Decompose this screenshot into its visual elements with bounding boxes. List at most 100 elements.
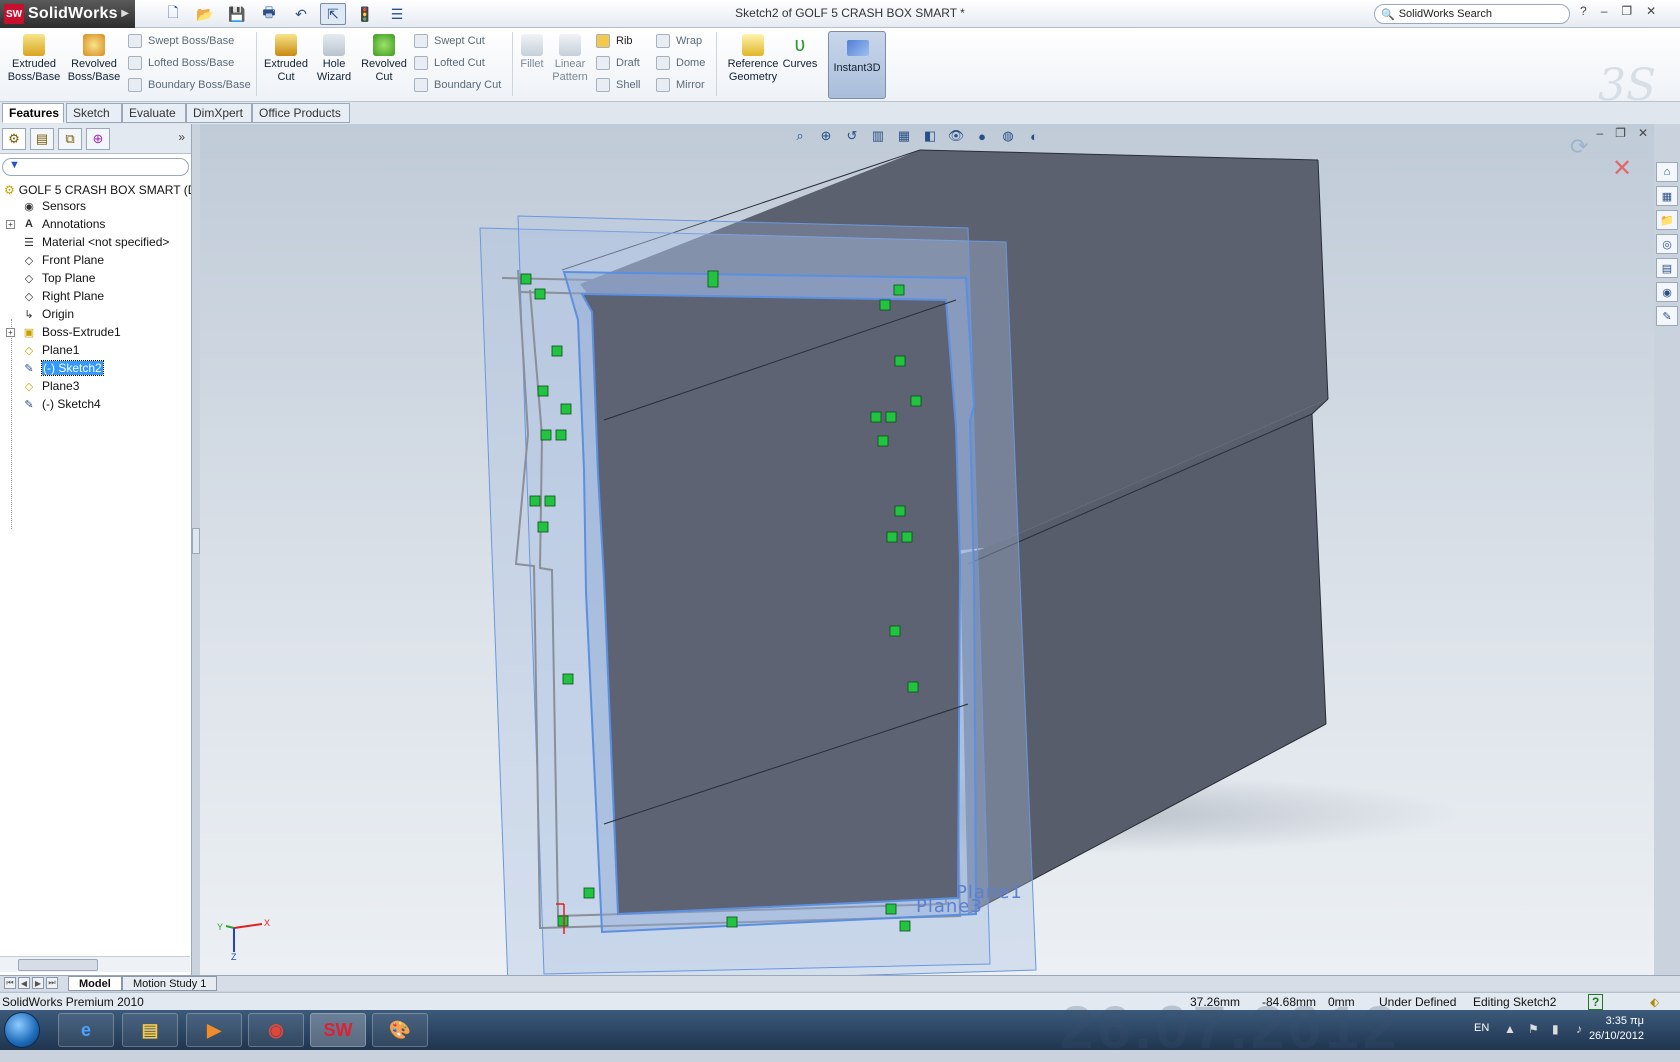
quick-tips-icon[interactable]: ? (1588, 994, 1604, 1010)
vertical-relation-icon[interactable] (889, 625, 901, 637)
design-library-icon[interactable]: ▦ (1656, 186, 1678, 206)
tree-item-material[interactable]: ☰ Material <not specified> (0, 233, 191, 251)
configuration-manager-tab-icon[interactable]: ⧉ (58, 127, 82, 150)
coincident-relation-icon[interactable] (544, 495, 556, 507)
mirror-button[interactable]: Mirror (656, 78, 705, 92)
graphics-area[interactable]: ⌕ ⊕ ↺ ▥ ▦ ◧ 👁 ● ◍ ◐ – ❐ ✕ Plane1 Plane3 … (200, 124, 1654, 975)
coincident-relation-icon[interactable] (901, 531, 913, 543)
coincident-relation-icon[interactable] (534, 288, 546, 300)
new-document-icon[interactable]: 🗋 (160, 3, 186, 25)
horizontal-relation-icon[interactable] (537, 521, 549, 533)
solidworks-resources-icon[interactable]: ⌂ (1656, 162, 1678, 182)
tree-item-sketch4[interactable]: ✎ (-) Sketch4 (0, 395, 191, 413)
tab-model[interactable]: Model (68, 976, 122, 991)
rib-button[interactable]: Rib (596, 34, 633, 48)
tab-office-products[interactable]: Office Products (252, 103, 350, 123)
scrollbar-thumb[interactable] (18, 959, 98, 971)
vertical-relation-icon[interactable] (551, 345, 563, 357)
coincident-relation-icon[interactable] (899, 920, 911, 932)
solidworks-menu-button[interactable]: SW SolidWorks ▶ (0, 0, 135, 28)
vertical-relation-icon[interactable] (910, 395, 922, 407)
show-hidden-icons-icon[interactable]: ▲ (1504, 1022, 1516, 1036)
swept-boss-button[interactable]: Swept Boss/Base (128, 34, 234, 48)
tag-icon[interactable]: ⬖ (1650, 995, 1659, 1009)
tab-evaluate[interactable]: Evaluate (122, 103, 186, 123)
dimxpert-manager-tab-icon[interactable]: ⊕ (86, 127, 110, 150)
search-input[interactable]: 🔍 SolidWorks Search (1374, 4, 1570, 24)
tree-root-part[interactable]: ⚙ GOLF 5 CRASH BOX SMART (De (0, 180, 191, 197)
property-manager-tab-icon[interactable]: ▤ (30, 127, 54, 150)
tree-item-sketch2[interactable]: ✎ (-) Sketch2 (0, 359, 191, 377)
tree-filter-input[interactable]: ▼ (2, 158, 189, 176)
file-explorer-icon[interactable]: 📁 (1656, 210, 1678, 230)
view-palette-icon[interactable]: ▤ (1656, 258, 1678, 278)
tree-item-right-plane[interactable]: ◇ Right Plane (0, 287, 191, 305)
panel-splitter-handle[interactable] (192, 528, 200, 554)
file-explorer-icon[interactable]: ▤ (122, 1013, 178, 1047)
shell-button[interactable]: Shell (596, 78, 640, 92)
rebuild-icon[interactable]: 🚦 (352, 3, 378, 25)
expand-icon[interactable]: + (6, 327, 15, 337)
horizontal-relation-icon[interactable] (560, 403, 572, 415)
paint-icon[interactable]: 🎨 (372, 1013, 428, 1047)
dome-button[interactable]: Dome (656, 56, 705, 70)
volume-icon[interactable]: ♪ (1576, 1022, 1582, 1036)
coincident-relation-icon[interactable] (879, 299, 891, 311)
tree-item-annotations[interactable]: + A Annotations (0, 215, 191, 233)
exit-sketch-icon[interactable]: ✕ (1612, 154, 1632, 183)
prev-tab-icon[interactable]: ◀ (18, 977, 30, 989)
feature-manager-tab-icon[interactable]: ⚙ (2, 127, 26, 150)
coincident-relation-icon[interactable] (886, 531, 898, 543)
coincident-relation-icon[interactable] (885, 411, 897, 423)
coincident-relation-icon[interactable] (555, 429, 567, 441)
horizontal-relation-icon[interactable] (877, 435, 889, 447)
solidworks-taskbar-icon[interactable]: SW (310, 1013, 366, 1047)
revolved-cut-button[interactable]: Revolved Cut (356, 34, 412, 84)
coincident-relation-icon[interactable] (557, 915, 569, 927)
vertical-relation-icon[interactable] (537, 385, 549, 397)
help-icon[interactable]: ? (1580, 4, 1587, 18)
tree-item-origin[interactable]: ↳ Origin (0, 305, 191, 323)
search-results-icon[interactable]: ◎ (1656, 234, 1678, 254)
chrome-icon[interactable]: ◉ (248, 1013, 304, 1047)
tree-item-boss-extrude1[interactable]: + ▣ Boss-Extrude1 (0, 323, 191, 341)
restore-icon[interactable]: ❐ (1621, 4, 1632, 18)
first-tab-icon[interactable]: ⏮ (4, 977, 16, 989)
close-icon[interactable]: ✕ (1646, 4, 1656, 18)
tree-item-front-plane[interactable]: ◇ Front Plane (0, 251, 191, 269)
linear-pattern-button[interactable]: Linear Pattern (542, 34, 598, 84)
custom-properties-icon[interactable]: ✎ (1656, 306, 1678, 326)
vertical-relation-icon[interactable] (907, 681, 919, 693)
options-icon[interactable]: ☰ (384, 3, 410, 25)
minimize-icon[interactable]: – (1601, 4, 1608, 18)
tree-item-plane3[interactable]: ◇ Plane3 (0, 377, 191, 395)
vertical-relation-icon[interactable] (562, 673, 574, 685)
last-tab-icon[interactable]: ⏭ (46, 977, 58, 989)
swept-cut-button[interactable]: Swept Cut (414, 34, 485, 48)
system-clock[interactable]: 3:35 πμ 26/10/2012 (1589, 1014, 1644, 1044)
save-icon[interactable]: 💾 (224, 3, 250, 25)
open-icon[interactable]: 📂 (192, 3, 218, 25)
tree-item-top-plane[interactable]: ◇ Top Plane (0, 269, 191, 287)
hole-wizard-button[interactable]: Hole Wizard (306, 34, 362, 84)
revolved-boss-button[interactable]: Revolved Boss/Base (66, 34, 122, 84)
tree-horizontal-scrollbar[interactable] (0, 956, 190, 972)
media-player-icon[interactable]: ▶ (186, 1013, 242, 1047)
undo-icon[interactable]: ↶ (288, 3, 314, 25)
boundary-cut-button[interactable]: Boundary Cut (414, 78, 501, 92)
tab-features[interactable]: Features (2, 103, 64, 123)
coincident-relation-icon[interactable] (583, 887, 595, 899)
draft-button[interactable]: Draft (596, 56, 640, 70)
tab-motion-study-1[interactable]: Motion Study 1 (122, 976, 218, 991)
internet-explorer-icon[interactable]: e (58, 1013, 114, 1047)
lofted-cut-button[interactable]: Lofted Cut (414, 56, 485, 70)
coincident-relation-icon[interactable] (870, 411, 882, 423)
wrap-button[interactable]: Wrap (656, 34, 702, 48)
action-center-icon[interactable]: ⚑ (1528, 1022, 1539, 1036)
extruded-boss-button[interactable]: Extruded Boss/Base (6, 34, 62, 84)
coincident-relation-icon[interactable] (529, 495, 541, 507)
coincident-relation-icon[interactable] (520, 273, 532, 285)
horizontal-relation-icon[interactable] (894, 505, 906, 517)
network-icon[interactable]: ▮ (1552, 1022, 1559, 1036)
coincident-relation-icon[interactable] (893, 284, 905, 296)
